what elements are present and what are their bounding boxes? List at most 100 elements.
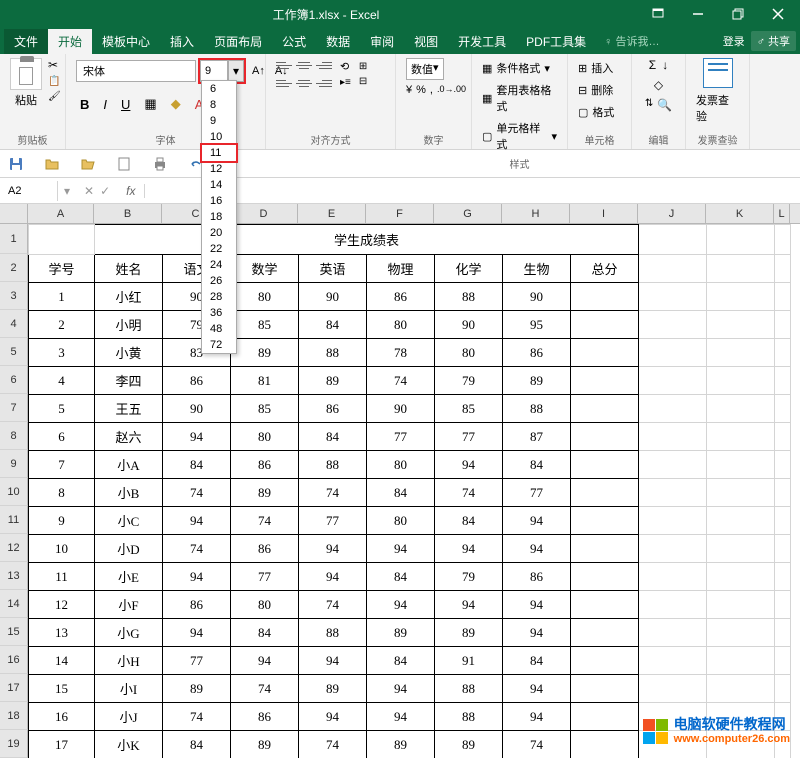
row-header-9[interactable]: 9 bbox=[0, 450, 28, 478]
tell-me[interactable]: ♀ 告诉我… bbox=[604, 33, 659, 49]
table-header-cell[interactable]: 总分 bbox=[571, 255, 639, 283]
row-header-13[interactable]: 13 bbox=[0, 562, 28, 590]
data-cell[interactable]: 74 bbox=[163, 535, 231, 563]
data-cell[interactable]: 小G bbox=[95, 619, 163, 647]
delete-cells-button[interactable]: ⊟删除 bbox=[578, 80, 613, 100]
data-cell[interactable]: 17 bbox=[29, 731, 95, 758]
data-cell[interactable] bbox=[571, 311, 639, 339]
data-cell[interactable] bbox=[571, 283, 639, 311]
data-cell[interactable]: 11 bbox=[29, 563, 95, 591]
tab-pdf[interactable]: PDF工具集 bbox=[516, 29, 596, 54]
data-cell[interactable]: 80 bbox=[367, 311, 435, 339]
orientation-button[interactable]: ⟲ bbox=[340, 60, 351, 73]
alignment-buttons[interactable] bbox=[276, 58, 332, 90]
data-cell[interactable]: 84 bbox=[163, 451, 231, 479]
data-cell[interactable]: 89 bbox=[435, 731, 503, 758]
data-cell[interactable]: 小I bbox=[95, 675, 163, 703]
data-cell[interactable]: 86 bbox=[231, 703, 299, 731]
data-cell[interactable]: 94 bbox=[299, 703, 367, 731]
data-cell[interactable]: 88 bbox=[299, 619, 367, 647]
data-cell[interactable]: 94 bbox=[503, 675, 571, 703]
col-header-A[interactable]: A bbox=[28, 204, 94, 223]
col-header-E[interactable]: E bbox=[298, 204, 366, 223]
col-header-B[interactable]: B bbox=[94, 204, 162, 223]
tab-home[interactable]: 开始 bbox=[48, 29, 92, 54]
data-cell[interactable] bbox=[571, 563, 639, 591]
cell-styles-button[interactable]: ▢单元格样式▾ bbox=[482, 118, 557, 154]
font-name-input[interactable] bbox=[76, 60, 196, 82]
data-cell[interactable]: 86 bbox=[163, 367, 231, 395]
data-cell[interactable]: 15 bbox=[29, 675, 95, 703]
data-cell[interactable]: 80 bbox=[367, 507, 435, 535]
data-cell[interactable]: 85 bbox=[231, 311, 299, 339]
data-cell[interactable]: 89 bbox=[163, 675, 231, 703]
data-cell[interactable]: 王五 bbox=[95, 395, 163, 423]
open-icon[interactable] bbox=[44, 156, 60, 172]
sort-filter-icon[interactable]: ⇅ bbox=[645, 98, 653, 112]
data-cell[interactable]: 74 bbox=[503, 731, 571, 758]
data-cell[interactable] bbox=[571, 535, 639, 563]
row-header-14[interactable]: 14 bbox=[0, 590, 28, 618]
copy-icon[interactable]: 📋 bbox=[48, 76, 61, 87]
print-icon[interactable] bbox=[152, 156, 168, 172]
font-size-option-22[interactable]: 22 bbox=[202, 241, 236, 257]
data-cell[interactable]: 88 bbox=[435, 283, 503, 311]
data-cell[interactable]: 94 bbox=[503, 703, 571, 731]
data-cell[interactable]: 90 bbox=[503, 283, 571, 311]
data-cell[interactable]: 94 bbox=[299, 647, 367, 675]
format-cells-button[interactable]: ▢格式 bbox=[578, 102, 614, 122]
data-cell[interactable] bbox=[571, 479, 639, 507]
font-size-option-16[interactable]: 16 bbox=[202, 193, 236, 209]
tab-view[interactable]: 视图 bbox=[404, 29, 448, 54]
percent-button[interactable]: % bbox=[416, 84, 426, 96]
table-header-cell[interactable]: 姓名 bbox=[95, 255, 163, 283]
italic-button[interactable]: I bbox=[99, 95, 111, 114]
data-cell[interactable]: 88 bbox=[435, 675, 503, 703]
data-cell[interactable]: 77 bbox=[435, 423, 503, 451]
data-cell[interactable]: 84 bbox=[367, 647, 435, 675]
select-all-corner[interactable] bbox=[0, 204, 28, 223]
font-size-option-36[interactable]: 36 bbox=[202, 305, 236, 321]
data-cell[interactable]: 94 bbox=[163, 507, 231, 535]
tab-template[interactable]: 模板中心 bbox=[92, 29, 160, 54]
currency-button[interactable]: ¥ bbox=[406, 84, 412, 96]
data-cell[interactable]: 88 bbox=[299, 451, 367, 479]
tab-review[interactable]: 审阅 bbox=[360, 29, 404, 54]
close-icon[interactable] bbox=[764, 4, 792, 24]
data-cell[interactable]: 小H bbox=[95, 647, 163, 675]
data-cell[interactable]: 74 bbox=[231, 507, 299, 535]
row-header-10[interactable]: 10 bbox=[0, 478, 28, 506]
data-cell[interactable]: 84 bbox=[503, 451, 571, 479]
fx-button[interactable]: fx bbox=[118, 184, 144, 198]
data-cell[interactable] bbox=[571, 451, 639, 479]
data-cell[interactable]: 95 bbox=[503, 311, 571, 339]
data-cell[interactable]: 80 bbox=[231, 283, 299, 311]
data-cell[interactable]: 84 bbox=[367, 563, 435, 591]
comma-button[interactable]: , bbox=[430, 84, 433, 96]
data-cell[interactable]: 86 bbox=[231, 535, 299, 563]
row-header-17[interactable]: 17 bbox=[0, 674, 28, 702]
font-size-option-8[interactable]: 8 bbox=[202, 97, 236, 113]
data-cell[interactable]: 94 bbox=[367, 675, 435, 703]
data-cell[interactable]: 77 bbox=[367, 423, 435, 451]
data-cell[interactable]: 2 bbox=[29, 311, 95, 339]
data-cell[interactable]: 小A bbox=[95, 451, 163, 479]
data-cell[interactable]: 74 bbox=[163, 479, 231, 507]
data-cell[interactable]: 1 bbox=[29, 283, 95, 311]
row-header-6[interactable]: 6 bbox=[0, 366, 28, 394]
data-cell[interactable]: 8 bbox=[29, 479, 95, 507]
data-cell[interactable] bbox=[571, 619, 639, 647]
font-size-option-28[interactable]: 28 bbox=[202, 289, 236, 305]
autosum-icon[interactable]: Σ bbox=[649, 58, 656, 72]
data-cell[interactable]: 88 bbox=[299, 339, 367, 367]
data-cell[interactable]: 94 bbox=[367, 535, 435, 563]
data-cell[interactable]: 14 bbox=[29, 647, 95, 675]
font-size-option-26[interactable]: 26 bbox=[202, 273, 236, 289]
font-size-option-9[interactable]: 9 bbox=[202, 113, 236, 129]
data-cell[interactable]: 91 bbox=[435, 647, 503, 675]
data-cell[interactable]: 74 bbox=[231, 675, 299, 703]
enter-formula-icon[interactable]: ✓ bbox=[100, 184, 110, 198]
data-cell[interactable]: 89 bbox=[435, 619, 503, 647]
data-cell[interactable]: 79 bbox=[435, 563, 503, 591]
data-cell[interactable]: 90 bbox=[435, 311, 503, 339]
